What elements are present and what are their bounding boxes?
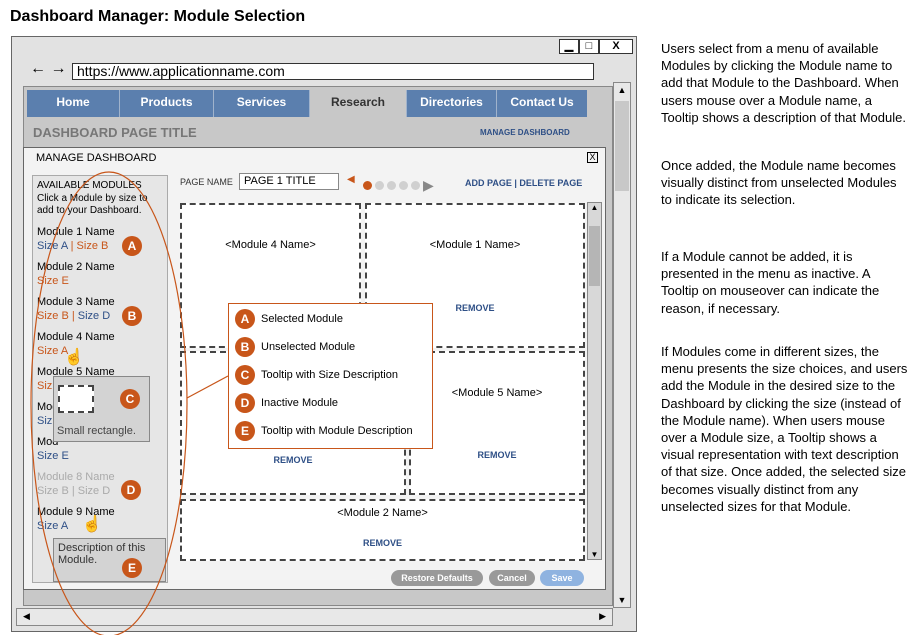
legend-label-b: Unselected Module — [261, 341, 356, 353]
legend-badge-c: C — [235, 365, 255, 385]
legend-label-a: Selected Module — [261, 313, 343, 325]
callout-badge-a: A — [122, 236, 142, 256]
legend-badge-a: A — [235, 309, 255, 329]
hand-cursor-icon: ☝ — [64, 349, 84, 366]
description-paragraph-3: If a Module cannot be added, it is prese… — [661, 249, 880, 316]
legend-label-c: Tooltip with Size Description — [261, 369, 398, 381]
hand-cursor-icon: ☝ — [82, 516, 102, 533]
legend-box: A Selected Module B Unselected Module C … — [228, 303, 433, 449]
callout-badge-d: D — [121, 480, 141, 500]
annotation-connector — [186, 375, 229, 399]
description-paragraph-4: If Modules come in different sizes, the … — [661, 344, 908, 514]
callout-badge-b: B — [122, 306, 142, 326]
callout-badge-e: E — [122, 558, 142, 578]
legend-label-d: Inactive Module — [261, 397, 339, 409]
description-paragraph-1: Users select from a menu of available Mo… — [661, 41, 906, 125]
legend-label-e: Tooltip with Module Description — [261, 425, 413, 437]
callout-badge-c: C — [120, 389, 140, 409]
legend-badge-e: E — [235, 421, 255, 441]
description-paragraph-2: Once added, the Module name becomes visu… — [661, 158, 897, 208]
annotation-ellipse — [30, 171, 188, 635]
legend-badge-b: B — [235, 337, 255, 357]
legend-badge-d: D — [235, 393, 255, 413]
